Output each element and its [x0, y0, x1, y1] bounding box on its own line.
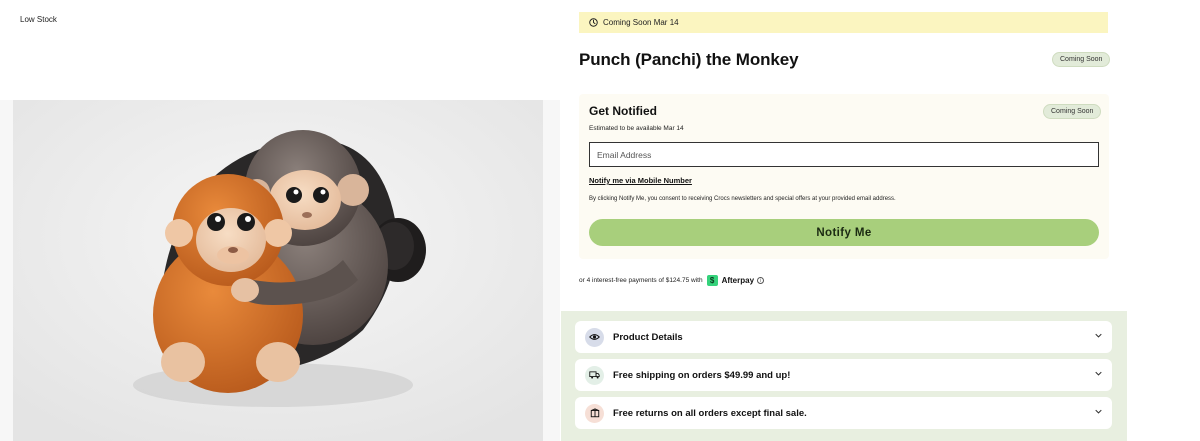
status-badge: Coming Soon: [1052, 52, 1111, 67]
notify-status-badge: Coming Soon: [1043, 104, 1102, 119]
media-header: Low Stock: [0, 0, 560, 100]
consent-text: By clicking Notify Me, you consent to re…: [589, 196, 896, 202]
accordion-free-shipping[interactable]: Free shipping on orders $49.99 and up!: [575, 359, 1112, 391]
accordion-label: Free shipping on orders $49.99 and up!: [613, 369, 791, 381]
afterpay-logo-icon: $: [706, 275, 718, 286]
accordion-panel: Product Details Free shipping on orders …: [561, 311, 1127, 441]
notify-mobile-link[interactable]: Notify me via Mobile Number: [589, 176, 692, 185]
chevron-down-icon: [1095, 333, 1102, 338]
accordion-free-returns[interactable]: Free returns on all orders except final …: [575, 397, 1112, 429]
notify-card: Get Notified Coming Soon Estimated to be…: [579, 94, 1109, 259]
chevron-down-icon: [1095, 371, 1102, 376]
notify-me-button[interactable]: Notify Me: [589, 219, 1099, 246]
afterpay-brand: Afterpay: [721, 276, 755, 285]
accordion-label: Free returns on all orders except final …: [613, 407, 807, 419]
product-page: Low Stock Coming Soon Mar 14 Punch (Panc…: [0, 0, 1200, 441]
product-media: Low Stock: [0, 0, 560, 441]
stock-badge: Low Stock: [20, 15, 57, 24]
chevron-down-icon: [1095, 409, 1102, 414]
box-icon: [585, 403, 604, 423]
product-title: Punch (Panchi) the Monkey: [579, 50, 799, 69]
installments-text: or 4 interest-free payments of $124.75 w…: [579, 277, 703, 284]
availability-estimate: Estimated to be available Mar 14: [589, 125, 684, 132]
notify-title: Get Notified: [589, 104, 657, 118]
info-icon[interactable]: i: [757, 277, 765, 284]
accordion-product-details[interactable]: Product Details: [575, 321, 1112, 353]
banner-text: Coming Soon Mar 14: [603, 18, 679, 27]
truck-icon: [585, 365, 604, 385]
monkey-charm-illustration: [13, 100, 543, 441]
accordion-label: Product Details: [613, 331, 683, 343]
afterpay-line: or 4 interest-free payments of $124.75 w…: [579, 275, 765, 286]
product-info: Coming Soon Mar 14 Punch (Panchi) the Mo…: [561, 0, 1200, 441]
clock-icon: [589, 18, 598, 27]
eye-icon: [585, 327, 604, 347]
email-field[interactable]: [589, 142, 1099, 167]
product-image[interactable]: [13, 100, 543, 441]
coming-soon-banner: Coming Soon Mar 14: [579, 12, 1108, 33]
